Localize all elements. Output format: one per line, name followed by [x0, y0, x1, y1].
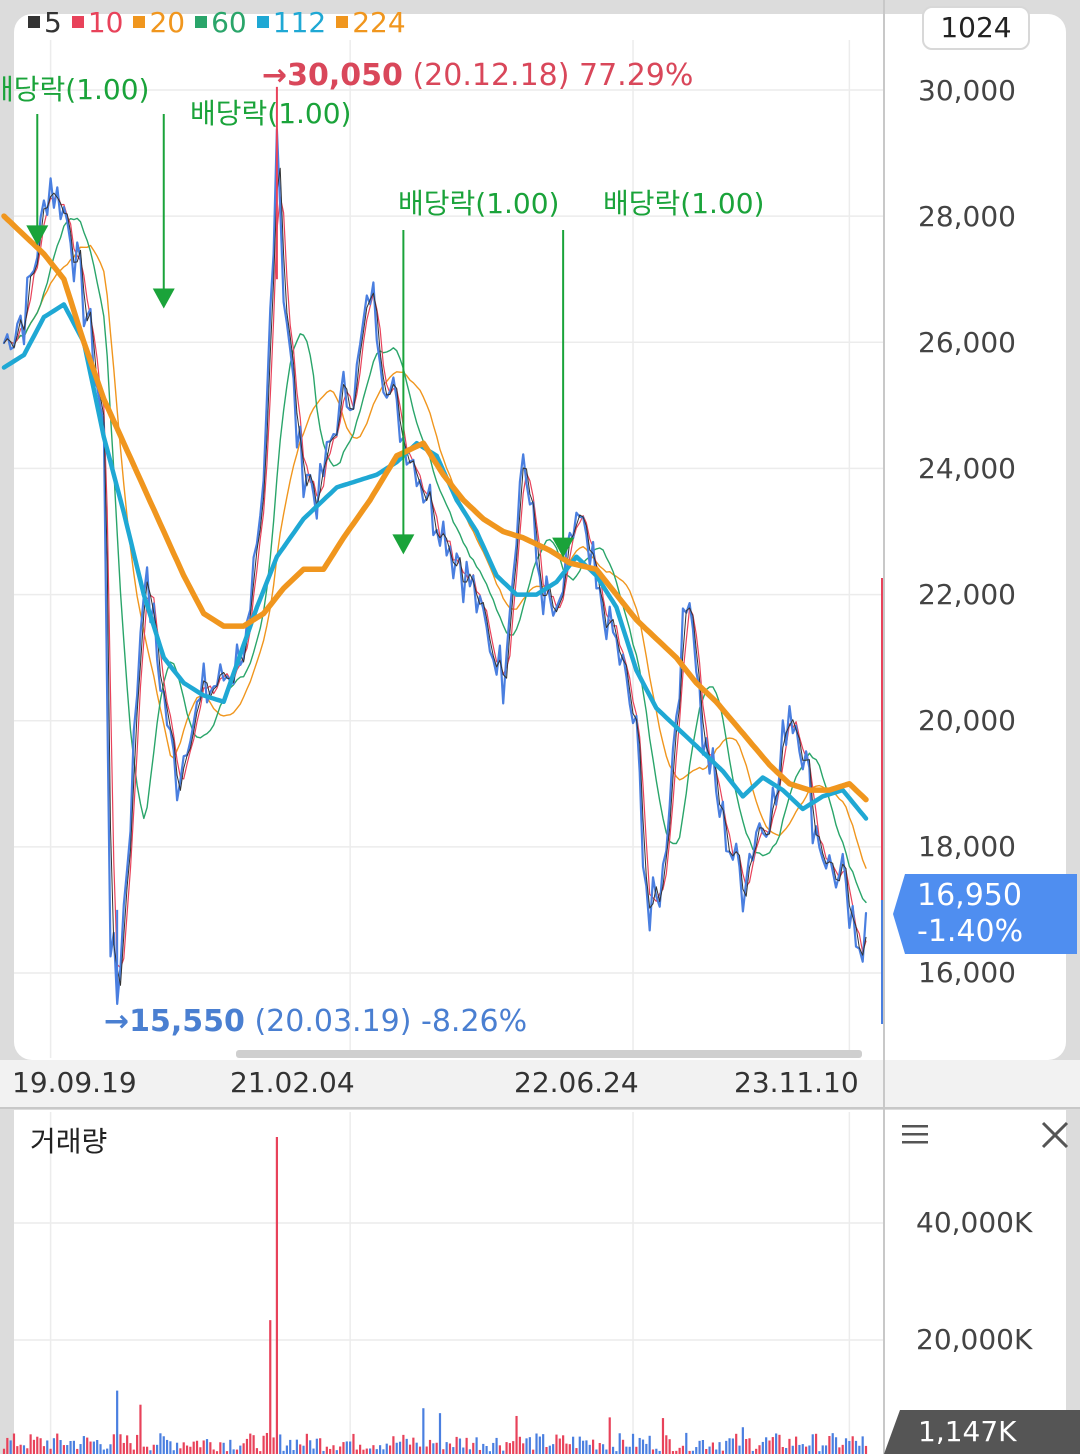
high-value: 30,050 [287, 58, 403, 93]
legend-swatch [28, 16, 40, 28]
legend-ma60[interactable]: 60 [195, 6, 247, 39]
dividend-arrow-head [152, 288, 175, 309]
current-price-badge: 16,950 -1.40% [893, 874, 1077, 954]
legend-label: 20 [149, 5, 186, 39]
legend-label: 60 [211, 5, 247, 39]
current-change: -1.40% [917, 914, 1024, 949]
y-tick-label: 22,000 [918, 578, 1016, 611]
legend-ma10[interactable]: 10 [71, 5, 124, 39]
low-value: 15,550 [129, 1004, 245, 1039]
dividend-label: 배당락(1.00) [190, 97, 352, 130]
legend-label: 224 [352, 5, 406, 39]
volume-tick-label: 40,000K [916, 1206, 1033, 1239]
legend-ma224[interactable]: 224 [336, 5, 406, 39]
legend-swatch [195, 16, 208, 28]
legend-label: 10 [87, 5, 124, 39]
y-tick-label: 28,000 [918, 200, 1016, 233]
volume-tick-label: 20,000K [916, 1323, 1033, 1356]
ma-legend: 5 10 20 60 112 224 [28, 4, 406, 40]
legend-swatch [71, 16, 84, 28]
high-price-label: →30,050 (20.12.18) 77.29% [262, 58, 693, 93]
legend-swatch [256, 16, 269, 28]
hamburger-icon[interactable] [898, 1118, 932, 1152]
y-tick-label: 30,000 [918, 74, 1016, 107]
x-tick-label: 23.11.10 [734, 1066, 859, 1099]
low-arrow: → [104, 1004, 130, 1039]
high-detail: (20.12.18) 77.29% [412, 58, 694, 93]
scroll-handle [236, 1050, 862, 1058]
volume-title: 거래량 [30, 1125, 108, 1158]
close-icon[interactable] [1038, 1118, 1072, 1152]
y-tick-label: 20,000 [918, 704, 1016, 737]
y-tick-label: 24,000 [918, 452, 1016, 485]
current-volume-badge: 1,147K [884, 1410, 1080, 1454]
dividend-arrow-head [392, 534, 415, 555]
x-tick-label: 19.09.19 [12, 1066, 137, 1099]
y-tick-label: 26,000 [918, 326, 1016, 359]
low-price-label: →15,550 (20.03.19) -8.26% [104, 1004, 527, 1039]
x-tick-label: 22.06.24 [514, 1066, 639, 1099]
legend-ma5[interactable]: 5 [28, 6, 62, 39]
x-tick-label: 21.02.04 [230, 1066, 355, 1099]
dividend-label: 배당락(1.00) [398, 187, 560, 220]
dividend-label: 배당락(1.00) [0, 73, 150, 106]
legend-swatch [336, 16, 349, 28]
period-selector[interactable]: 1024 [922, 6, 1030, 50]
legend-ma112[interactable]: 112 [256, 5, 327, 39]
legend-label: 5 [44, 5, 62, 39]
legend-ma20[interactable]: 20 [133, 6, 185, 39]
high-arrow: → [262, 58, 288, 93]
y-tick-label: 16,000 [918, 956, 1016, 989]
dividend-label: 배당락(1.00) [603, 187, 765, 220]
low-detail: (20.03.19) -8.26% [254, 1004, 528, 1039]
ma5-line [3, 167, 867, 986]
y-tick-label: 18,000 [918, 830, 1016, 863]
ma224-line [1, 213, 869, 803]
legend-label: 112 [272, 5, 327, 39]
current-price: 16,950 [917, 878, 1022, 913]
legend-swatch [133, 16, 146, 28]
